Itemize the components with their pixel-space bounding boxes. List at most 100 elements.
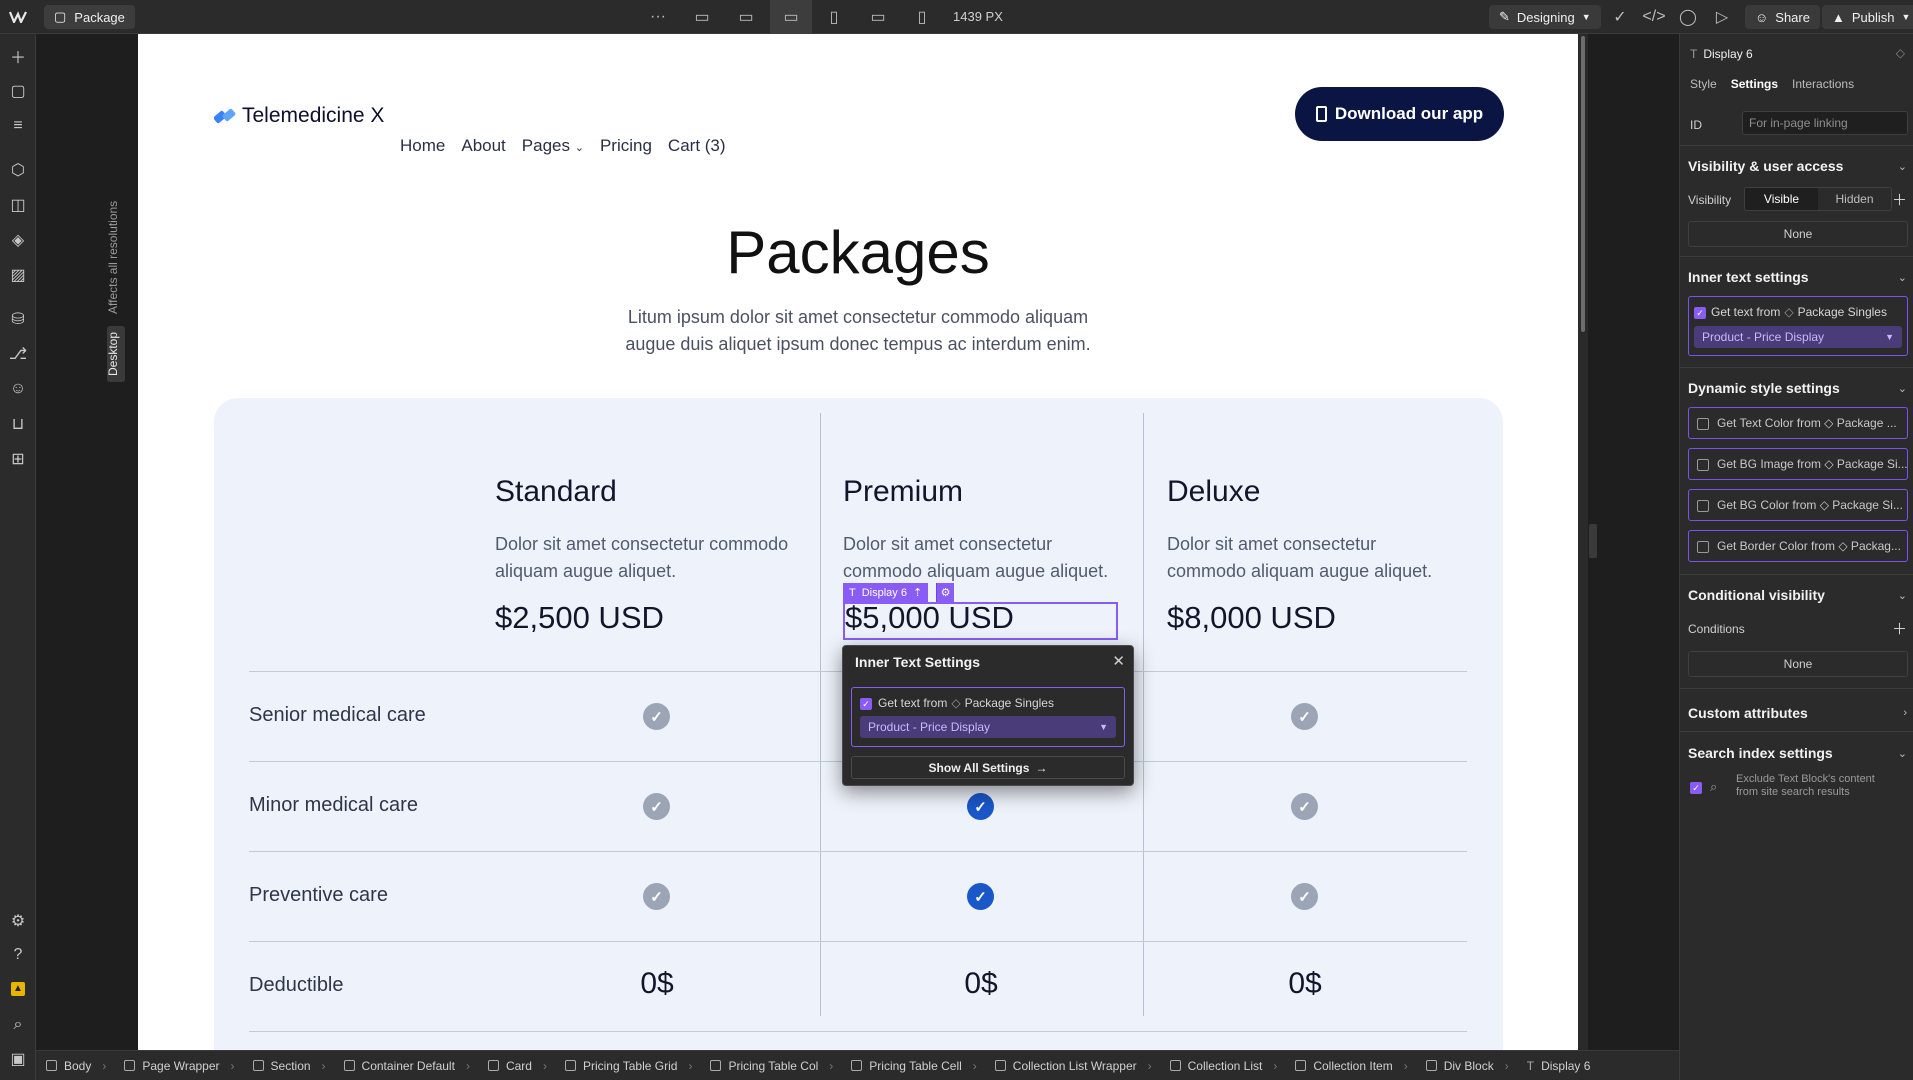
publish-button[interactable]: ▲ Publish ▼: [1822, 5, 1913, 29]
breadcrumb-body[interactable]: Body ›: [46, 1059, 106, 1073]
video-icon[interactable]: ▣: [0, 1044, 36, 1074]
breadcrumb-section[interactable]: Section ›: [252, 1059, 326, 1073]
breadcrumb-container[interactable]: Container Default ›: [343, 1059, 470, 1073]
breadcrumb-display-6[interactable]: T Display 6: [1527, 1059, 1591, 1073]
help-icon[interactable]: ?: [0, 940, 36, 970]
get-text-from-checkbox[interactable]: ✓: [1694, 307, 1706, 319]
breadcrumb-pricing-table-cell[interactable]: Pricing Table Cell ›: [851, 1059, 977, 1073]
assets-icon[interactable]: ▨: [0, 260, 36, 290]
chevron-down-icon[interactable]: ⌄: [1898, 271, 1907, 284]
checkbox[interactable]: [1697, 418, 1709, 430]
apps-icon[interactable]: ⊞: [0, 444, 36, 474]
field-select[interactable]: Product - Price Display ▼: [860, 716, 1116, 738]
selected-element-outline[interactable]: [843, 602, 1118, 640]
more-options-button[interactable]: ···: [638, 0, 678, 34]
add-icon[interactable]: ＋: [1892, 189, 1907, 210]
tablet-icon[interactable]: ▯: [814, 0, 854, 34]
checkbox[interactable]: [1697, 541, 1709, 553]
chevron-down-icon[interactable]: ⌄: [1898, 747, 1907, 760]
custom-attributes-section-header[interactable]: Custom attributes: [1688, 705, 1808, 721]
tab-settings[interactable]: Settings: [1731, 77, 1778, 91]
visible-option[interactable]: Visible: [1745, 188, 1818, 210]
breadcrumb-collection-list[interactable]: Collection List ›: [1169, 1059, 1277, 1073]
mobile-landscape-icon[interactable]: ▭: [858, 0, 898, 34]
chevron-down-icon[interactable]: ⌄: [1898, 382, 1907, 395]
breadcrumb-div-block[interactable]: Div Block ›: [1425, 1059, 1509, 1073]
brand-logo[interactable]: Telemedicine X: [214, 104, 384, 128]
mode-selector[interactable]: ✎ Designing ▼: [1489, 5, 1601, 29]
hidden-option[interactable]: Hidden: [1818, 188, 1891, 210]
page-selector[interactable]: ▢ Package: [44, 5, 135, 29]
dynamic-border-color-item[interactable]: Get Border Color from ◇ Packag...: [1688, 530, 1908, 562]
components-icon[interactable]: ⬡: [0, 155, 36, 185]
comments-icon[interactable]: ◯: [1671, 0, 1705, 34]
code-icon[interactable]: </>: [1637, 0, 1671, 34]
breadcrumb-collection-list-wrapper[interactable]: Collection List Wrapper ›: [994, 1059, 1152, 1073]
exclude-search-checkbox[interactable]: ✓: [1690, 782, 1702, 794]
warning-icon[interactable]: ▲: [0, 974, 36, 1004]
preview-play-icon[interactable]: ▷: [1705, 0, 1739, 34]
component-icon[interactable]: ◇: [1896, 46, 1905, 60]
show-all-settings-button[interactable]: Show All Settings →: [851, 756, 1125, 779]
libraries-icon[interactable]: ◫: [0, 190, 36, 220]
chevron-right-icon[interactable]: ›: [1903, 707, 1907, 719]
id-input[interactable]: For in-page linking: [1742, 111, 1908, 135]
desktop-icon[interactable]: ▭: [726, 0, 766, 34]
ecommerce-icon[interactable]: ⊔: [0, 409, 36, 439]
desktop-base-icon[interactable]: ▭: [770, 0, 812, 34]
dynamic-bg-color-item[interactable]: Get BG Color from ◇ Package Si...: [1688, 489, 1908, 521]
move-up-icon[interactable]: ⇡: [913, 586, 922, 599]
nav-pricing[interactable]: Pricing: [600, 136, 652, 156]
search-index-section-header[interactable]: Search index settings: [1688, 745, 1833, 761]
visibility-none-field[interactable]: None: [1688, 221, 1908, 247]
chevron-down-icon[interactable]: ⌄: [1898, 589, 1907, 602]
settings-gear-icon[interactable]: ⚙: [0, 906, 36, 936]
checkbox[interactable]: [1697, 500, 1709, 512]
inner-text-section-header[interactable]: Inner text settings: [1688, 269, 1809, 285]
logic-icon[interactable]: ⎇: [0, 339, 36, 369]
conditional-visibility-section-header[interactable]: Conditional visibility: [1688, 587, 1825, 603]
canvas-resize-handle[interactable]: [1589, 524, 1597, 558]
tab-interactions[interactable]: Interactions: [1792, 77, 1854, 91]
share-button[interactable]: ☺ Share: [1745, 5, 1820, 29]
dynamic-style-section-header[interactable]: Dynamic style settings: [1688, 380, 1840, 396]
users-icon[interactable]: ☺: [0, 374, 36, 404]
variables-icon[interactable]: ◈: [0, 225, 36, 255]
nav-pages[interactable]: Pages ⌄: [522, 136, 584, 156]
webflow-logo-icon[interactable]: [0, 0, 36, 34]
mobile-portrait-icon[interactable]: ▯: [902, 0, 942, 34]
chevron-down-icon[interactable]: ⌄: [1898, 160, 1907, 173]
breadcrumb-card[interactable]: Card ›: [487, 1059, 547, 1073]
dynamic-text-color-item[interactable]: Get Text Color from ◇ Package ...: [1688, 407, 1908, 439]
pages-icon[interactable]: ▢: [0, 76, 36, 106]
inner-text-settings-popup: Inner Text Settings ✕ ✓ Get text from ◇ …: [842, 645, 1134, 786]
nav-home[interactable]: Home: [400, 136, 445, 156]
tab-style[interactable]: Style: [1690, 77, 1717, 91]
breadcrumb-pricing-table-grid[interactable]: Pricing Table Grid ›: [564, 1059, 692, 1073]
element-settings-gear-icon[interactable]: ⚙: [936, 583, 954, 602]
cms-icon[interactable]: ⛁: [0, 304, 36, 334]
conditions-none-field[interactable]: None: [1688, 651, 1908, 677]
download-app-button[interactable]: Download our app: [1295, 87, 1504, 141]
nav-cart[interactable]: Cart (3): [668, 136, 726, 156]
breadcrumb-collection-item[interactable]: Collection Item ›: [1295, 1059, 1408, 1073]
check-circle-icon[interactable]: ✓: [1603, 0, 1637, 34]
canvas-width-label[interactable]: 1439 PX: [953, 9, 1003, 24]
arrow-right-icon: →: [1035, 760, 1048, 775]
breadcrumb-page-wrapper[interactable]: Page Wrapper ›: [124, 1059, 235, 1073]
add-icon[interactable]: ＋: [0, 41, 36, 71]
desktop-large-icon[interactable]: ▭: [682, 0, 722, 34]
navigator-icon[interactable]: ≡: [0, 111, 36, 141]
selected-element-tag[interactable]: T Display 6 ⇡: [843, 583, 929, 602]
nav-about[interactable]: About: [461, 136, 505, 156]
get-text-from-checkbox[interactable]: ✓: [860, 698, 872, 710]
visibility-section-header[interactable]: Visibility & user access: [1688, 158, 1843, 174]
canvas-scrollbar[interactable]: [1581, 36, 1585, 332]
breadcrumb-pricing-table-col[interactable]: Pricing Table Col ›: [710, 1059, 833, 1073]
add-icon[interactable]: ＋: [1892, 618, 1907, 639]
close-icon[interactable]: ✕: [1112, 652, 1125, 670]
dynamic-bg-image-item[interactable]: Get BG Image from ◇ Package Si...: [1688, 448, 1908, 480]
checkbox[interactable]: [1697, 459, 1709, 471]
field-select[interactable]: Product - Price Display ▼: [1694, 326, 1902, 348]
search-icon[interactable]: ⌕: [0, 1010, 36, 1040]
